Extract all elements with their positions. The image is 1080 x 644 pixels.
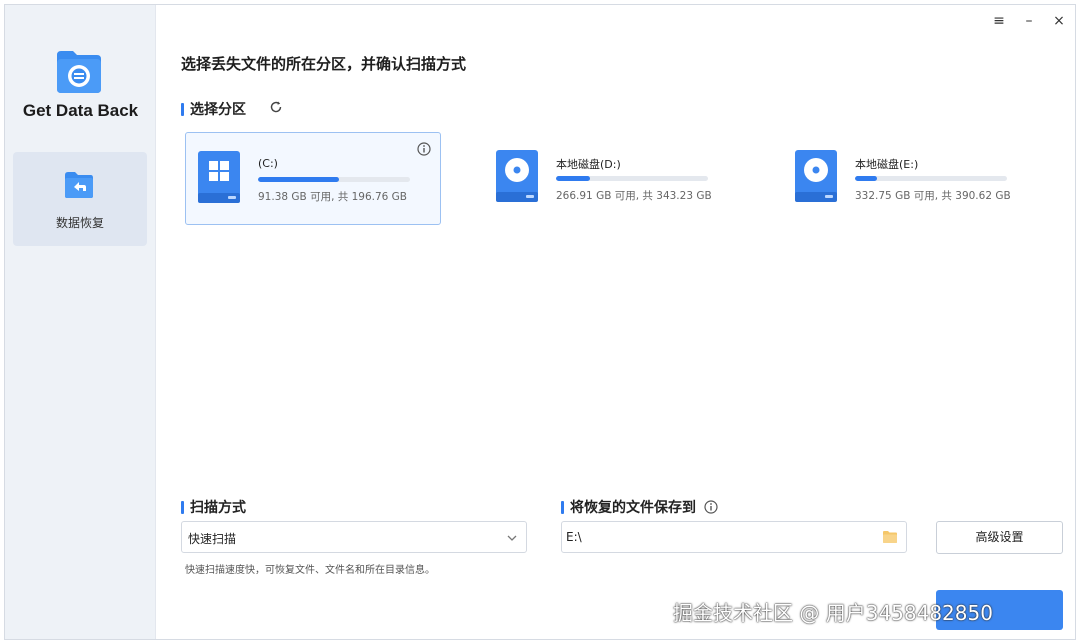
- drive-card-e[interactable]: 本地磁盘(E:) 332.75 GB 可用, 共 390.62 GB: [783, 132, 1039, 225]
- sidebar-item-label: 数据恢复: [55, 216, 104, 230]
- scan-mode-value: 快速扫描: [188, 532, 237, 546]
- scan-section-label: 扫描方式: [190, 500, 246, 516]
- menu-button[interactable]: ≡: [987, 11, 1011, 31]
- sidebar: Get Data Back 数据恢复: [5, 5, 156, 639]
- drive-name: 本地磁盘(E:): [855, 158, 919, 171]
- refresh-icon[interactable]: [269, 100, 283, 114]
- scan-section-heading: 扫描方式: [181, 497, 246, 517]
- save-path-field: [561, 521, 907, 553]
- watermark: 掘金技术社区 @ 用户3458482850: [673, 601, 993, 625]
- partition-section-label: 选择分区: [190, 102, 246, 118]
- save-path-input[interactable]: [566, 526, 866, 548]
- drive-usage-bar: [855, 176, 1007, 181]
- folder-icon[interactable]: [882, 530, 898, 544]
- save-section-label: 将恢复的文件保存到: [570, 500, 696, 516]
- chevron-down-icon: [507, 535, 517, 541]
- app-title: Get Data Back: [22, 101, 139, 120]
- app-window: Get Data Back 数据恢复 ≡ – × 选择丢失文件的所在分区，并确认…: [4, 4, 1076, 640]
- scan-mode-select[interactable]: 快速扫描: [181, 521, 527, 553]
- back-arrow-folder-icon: [65, 172, 93, 198]
- drive-usage-bar: [258, 177, 410, 182]
- drive-name: (C:): [258, 157, 278, 170]
- app-logo-icon: [57, 51, 101, 93]
- info-icon[interactable]: [704, 500, 718, 514]
- info-icon[interactable]: [417, 142, 431, 156]
- drive-capacity: 91.38 GB 可用, 共 196.76 GB: [258, 191, 408, 203]
- page-title: 选择丢失文件的所在分区，并确认扫描方式: [181, 55, 467, 73]
- drive-name: 本地磁盘(D:): [556, 158, 621, 171]
- minimize-button[interactable]: –: [1017, 11, 1041, 31]
- windows-drive-icon: [198, 151, 240, 203]
- partition-section-heading: 选择分区: [181, 99, 246, 119]
- sidebar-item-data-recovery[interactable]: 数据恢复: [13, 152, 147, 246]
- drive-capacity: 332.75 GB 可用, 共 390.62 GB: [855, 190, 1011, 202]
- drive-card-d[interactable]: 本地磁盘(D:) 266.91 GB 可用, 共 343.23 GB: [484, 132, 740, 225]
- close-button[interactable]: ×: [1047, 11, 1071, 31]
- drive-card-c[interactable]: (C:) 91.38 GB 可用, 共 196.76 GB: [185, 132, 441, 225]
- drive-usage-bar: [556, 176, 708, 181]
- advanced-settings-button[interactable]: 高级设置: [936, 521, 1063, 554]
- section-accent-bar: [181, 102, 184, 116]
- section-accent-bar: [561, 500, 564, 514]
- disk-drive-icon: [496, 150, 538, 202]
- scan-mode-hint: 快速扫描速度快，可恢复文件、文件名和所在目录信息。: [185, 565, 435, 576]
- drive-capacity: 266.91 GB 可用, 共 343.23 GB: [556, 190, 712, 202]
- section-accent-bar: [181, 500, 184, 514]
- save-section-heading: 将恢复的文件保存到: [561, 497, 718, 517]
- disk-drive-icon: [795, 150, 837, 202]
